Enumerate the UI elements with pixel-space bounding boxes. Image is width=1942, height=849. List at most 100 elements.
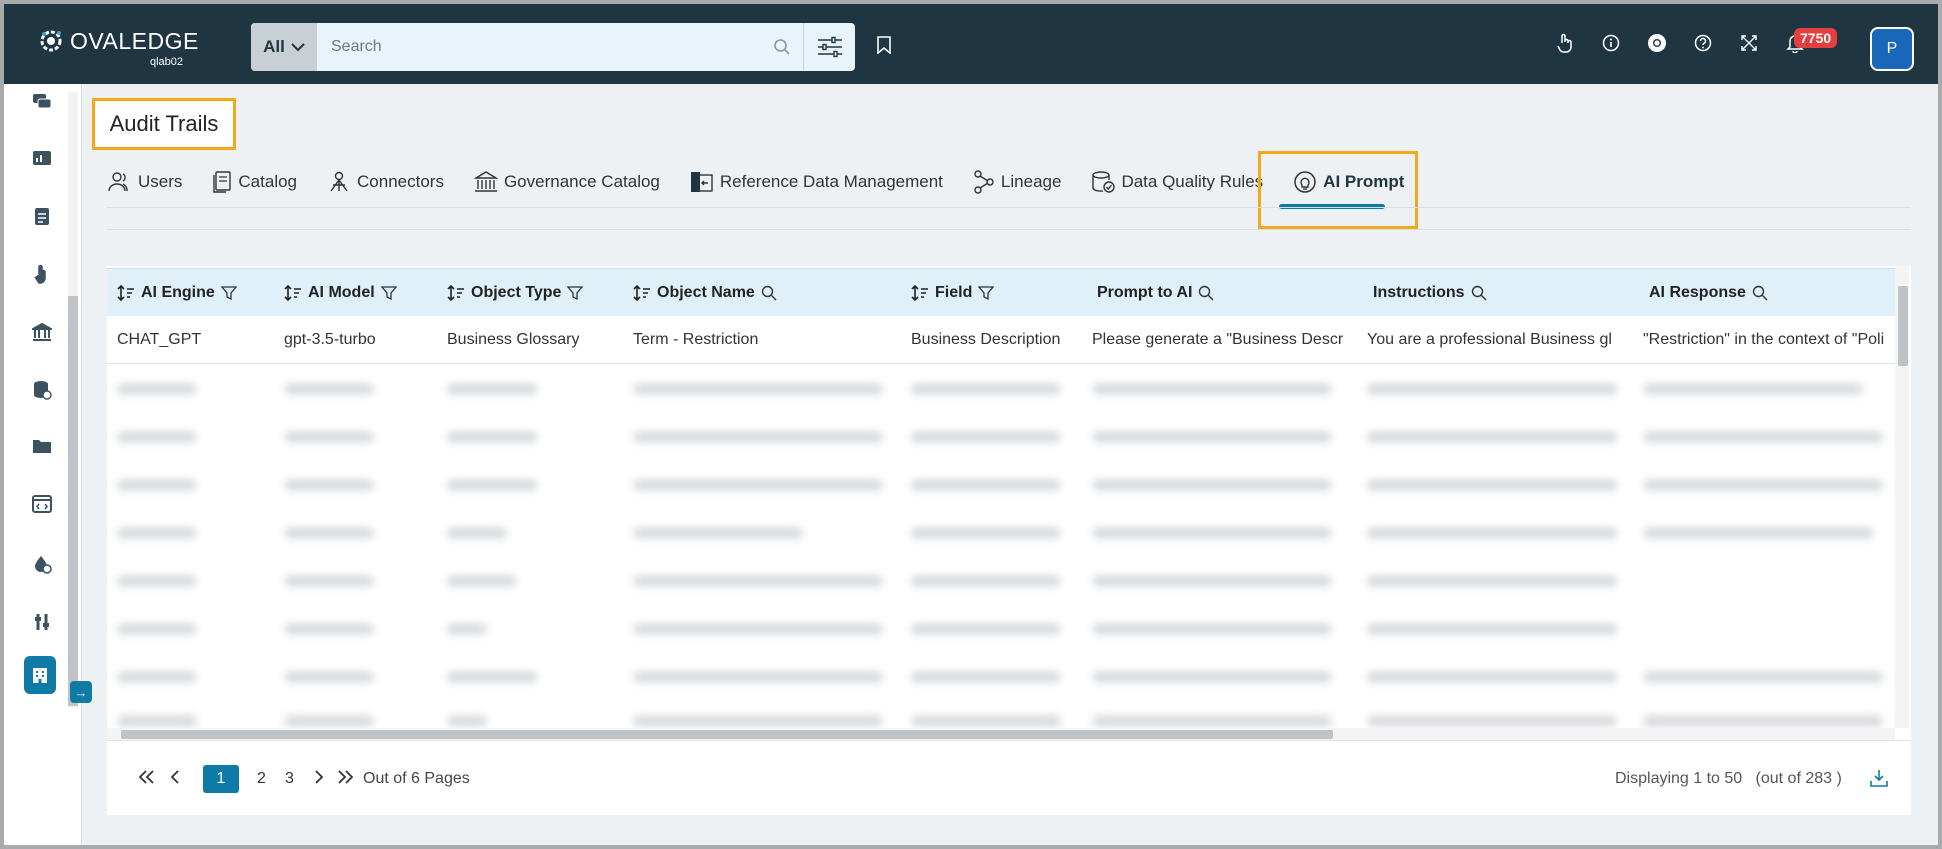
users-icon [108, 172, 128, 192]
table-row-redacted [107, 364, 1895, 412]
filter-icon[interactable] [220, 285, 237, 301]
prev-page-icon[interactable] [169, 769, 181, 785]
data-quality-icon [1092, 171, 1116, 193]
sidebar-collapse-button[interactable]: → [70, 681, 92, 703]
tab-label: Users [138, 172, 183, 191]
column-label: AI Response [1649, 284, 1746, 301]
column-header-field[interactable]: Field [911, 269, 995, 317]
chrome-icon[interactable] [1644, 30, 1670, 56]
help-icon[interactable] [1690, 30, 1716, 56]
sidebar-item-dashboard[interactable] [28, 144, 56, 172]
column-header-prompt-to-ai[interactable]: Prompt to AI [1097, 269, 1214, 317]
sidebar-item-audit-trails[interactable] [24, 656, 56, 694]
page-number: 1 [216, 770, 226, 787]
column-label: Prompt to AI [1097, 284, 1193, 301]
filter-icon[interactable] [567, 285, 584, 301]
sidebar-scrollbar[interactable] [68, 92, 78, 708]
sort-icon[interactable] [284, 284, 302, 302]
table-row-redacted [107, 556, 1895, 604]
avatar[interactable]: P [1870, 27, 1914, 71]
column-header-object-name[interactable]: Object Name [633, 269, 777, 317]
sidebar [4, 84, 82, 845]
avatar-initial: P [1886, 40, 1898, 57]
tab-catalog[interactable]: Catalog [212, 164, 297, 200]
pager-prev-controls [137, 769, 181, 785]
advanced-search-button[interactable] [803, 23, 855, 71]
vertical-scroll-thumb[interactable] [1898, 286, 1908, 366]
reference-data-icon [690, 172, 713, 192]
tabs-divider [107, 207, 1911, 208]
column-header-ai-response[interactable]: AI Response [1649, 269, 1768, 317]
search-icon[interactable] [1471, 285, 1487, 301]
lineage-icon [974, 170, 994, 194]
table-vertical-scrollbar[interactable] [1895, 266, 1909, 728]
next-page-icon[interactable] [313, 769, 325, 785]
table-horizontal-scrollbar[interactable] [107, 728, 1895, 740]
page-1-button[interactable]: 1 [203, 765, 239, 793]
table-row-redacted [107, 460, 1895, 508]
filter-icon[interactable] [978, 285, 995, 301]
sort-icon[interactable] [117, 284, 135, 302]
tab-lineage[interactable]: Lineage [973, 164, 1061, 200]
last-page-icon[interactable] [335, 769, 355, 785]
column-header-object-type[interactable]: Object Type [447, 269, 584, 317]
sidebar-scroll-thumb[interactable] [68, 296, 78, 706]
bank-icon [473, 171, 498, 192]
sidebar-item-tools[interactable] [28, 608, 56, 636]
cell-object-type: Business Glossary [447, 331, 580, 348]
search-scope-label: All [263, 37, 285, 56]
fullscreen-icon[interactable] [1736, 30, 1762, 56]
info-icon[interactable] [1598, 30, 1624, 56]
hand-pointer-icon[interactable] [1552, 30, 1578, 56]
sidebar-item-tasks[interactable] [28, 202, 56, 230]
global-search: All [251, 23, 855, 71]
app-window: OVALEDGE qlab02 All 7750 P [4, 4, 1938, 845]
tab-data-quality-rules[interactable]: Data Quality Rules [1091, 164, 1263, 200]
tab-users[interactable]: Users [108, 164, 182, 200]
tab-reference-data-management[interactable]: Reference Data Management [690, 164, 943, 200]
sidebar-item-folders[interactable] [28, 432, 56, 460]
search-icon[interactable] [773, 38, 791, 56]
sidebar-item-data-quality[interactable] [28, 376, 56, 404]
filter-icon[interactable] [380, 285, 397, 301]
sidebar-item-code[interactable] [28, 490, 56, 518]
pager-next-controls [313, 769, 355, 785]
sidebar-item-access[interactable] [28, 260, 56, 288]
tab-connectors[interactable]: Connectors [327, 164, 444, 200]
column-label: Object Type [471, 284, 562, 301]
bookmark-icon[interactable] [876, 36, 892, 54]
column-header-ai-model[interactable]: AI Model [284, 269, 397, 317]
database-check-icon [34, 381, 52, 400]
sort-icon[interactable] [447, 284, 465, 302]
search-icon[interactable] [1198, 285, 1214, 301]
search-scope-dropdown[interactable]: All [251, 23, 317, 71]
horizontal-scroll-thumb[interactable] [121, 730, 1333, 739]
search-input[interactable] [317, 23, 799, 71]
clipboard-icon [35, 208, 49, 225]
toolbar-divider [107, 229, 1911, 230]
sidebar-item-governance[interactable] [28, 318, 56, 346]
first-page-icon[interactable] [137, 769, 157, 785]
tab-label: Governance Catalog [503, 172, 660, 191]
sort-icon[interactable] [633, 284, 651, 302]
search-icon[interactable] [1752, 285, 1768, 301]
page-title: Audit Trails [92, 98, 236, 150]
cell-ai-engine: CHAT_GPT [117, 331, 202, 348]
search-icon[interactable] [761, 285, 777, 301]
notification-badge[interactable]: 7750 [1794, 28, 1838, 48]
page-3-button[interactable]: 3 [285, 765, 294, 793]
sliders-icon [817, 36, 842, 58]
cell-instructions: You are a professional Business gl [1367, 331, 1612, 348]
column-header-instructions[interactable]: Instructions [1373, 269, 1487, 317]
sidebar-item-chat[interactable] [28, 88, 56, 116]
table-row[interactable]: CHAT_GPT gpt-3.5-turbo Business Glossary… [107, 316, 1895, 364]
tab-governance-catalog[interactable]: Governance Catalog [473, 164, 660, 200]
page-2-button[interactable]: 2 [257, 765, 266, 793]
column-header-ai-engine[interactable]: AI Engine [117, 269, 237, 317]
sort-icon[interactable] [911, 284, 929, 302]
logo[interactable]: OVALEDGE qlab02 [32, 22, 198, 68]
cell-ai-response: "Restriction" in the context of "Poli [1643, 331, 1885, 348]
sidebar-item-settings[interactable] [28, 550, 56, 578]
cell-object-name: Term - Restriction [633, 331, 759, 348]
download-icon[interactable] [1869, 768, 1889, 788]
